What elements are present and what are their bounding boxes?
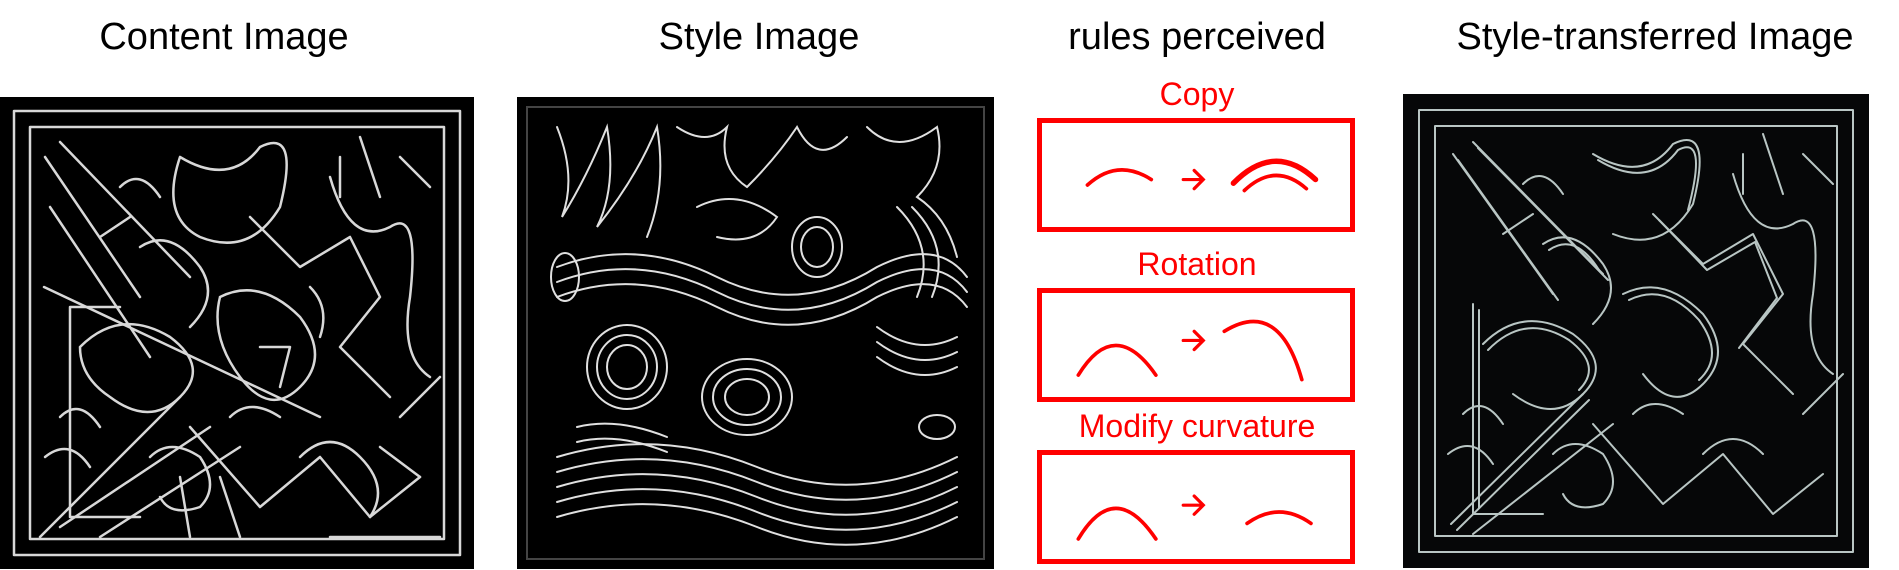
arc-curvature-icon — [1076, 494, 1313, 541]
content-image-heading: Content Image — [99, 16, 349, 58]
rule-copy-box — [1037, 118, 1355, 232]
content-image-panel — [0, 97, 474, 569]
rule-rotation-title: Rotation — [1137, 246, 1257, 282]
style-line-drawing — [526, 106, 985, 560]
arc-copy-icon — [1085, 158, 1319, 193]
rule-rotation-box — [1037, 288, 1355, 402]
rule-curvature-title: Modify curvature — [1078, 408, 1316, 444]
rules-perceived-heading: rules perceived — [1068, 16, 1326, 58]
content-line-drawing — [12, 109, 462, 557]
rule-copy-title: Copy — [1159, 76, 1235, 112]
arc-rotation-icon — [1076, 319, 1304, 382]
style-image-panel — [517, 97, 994, 569]
style-transferred-image-heading: Style-transferred Image — [1456, 16, 1854, 58]
style-image-heading: Style Image — [658, 16, 860, 58]
rule-curvature-box — [1037, 450, 1355, 564]
style-transferred-line-drawing — [1418, 109, 1854, 553]
style-transferred-image-panel — [1403, 94, 1869, 568]
